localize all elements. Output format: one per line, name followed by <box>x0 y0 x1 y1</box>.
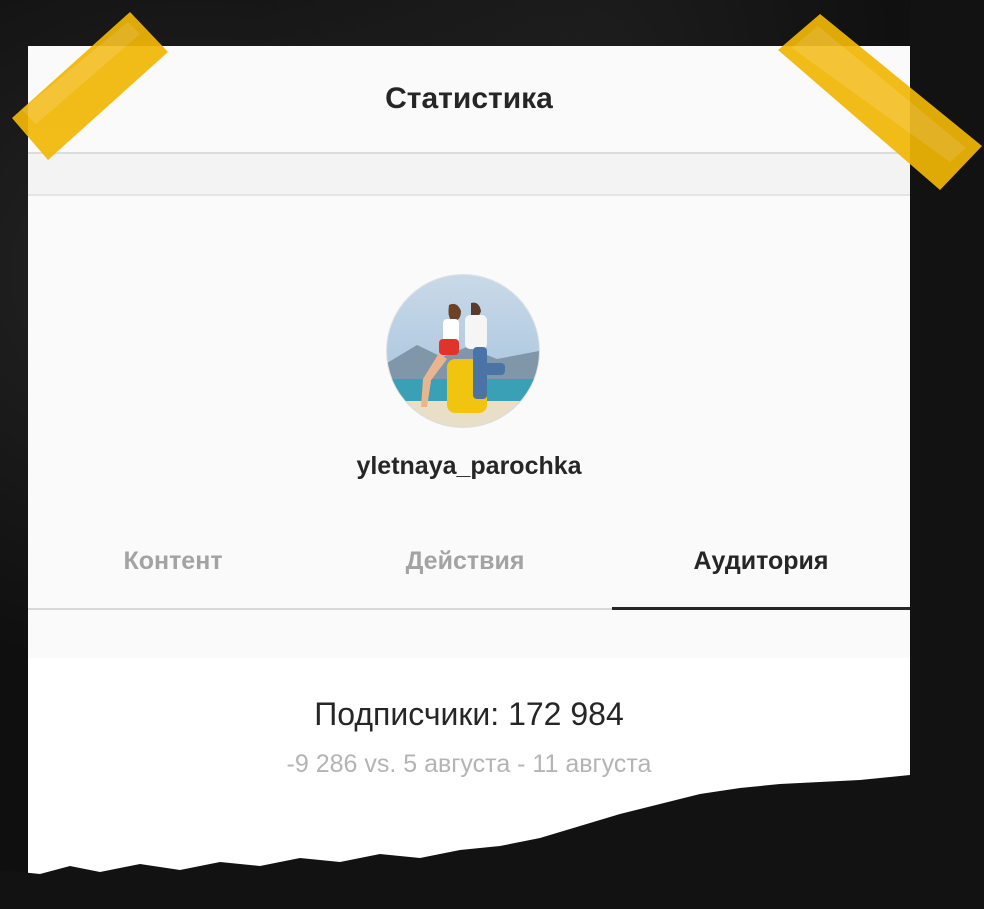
profile-photo-icon <box>387 275 539 427</box>
statistics-tabs: Контент Действия Аудитория <box>28 536 910 610</box>
followers-change: -9 286 vs. 5 августа - 11 августа <box>286 750 652 778</box>
followers-count: Подписчики: 172 984 <box>314 696 624 732</box>
tab-actions[interactable]: Действия <box>318 536 612 608</box>
profile-username[interactable]: yletnaya_parochka <box>28 452 910 481</box>
tab-audience[interactable]: Аудитория <box>612 536 910 608</box>
active-tab-indicator <box>612 607 910 610</box>
avatar[interactable] <box>386 274 540 428</box>
tab-content[interactable]: Контент <box>28 536 318 608</box>
statistics-screen-card: Статистика yletnaya_parochka Контент Дей… <box>28 46 910 906</box>
navigation-header: Статистика <box>28 46 910 154</box>
page-title: Статистика <box>385 82 553 115</box>
section-divider <box>28 154 910 196</box>
